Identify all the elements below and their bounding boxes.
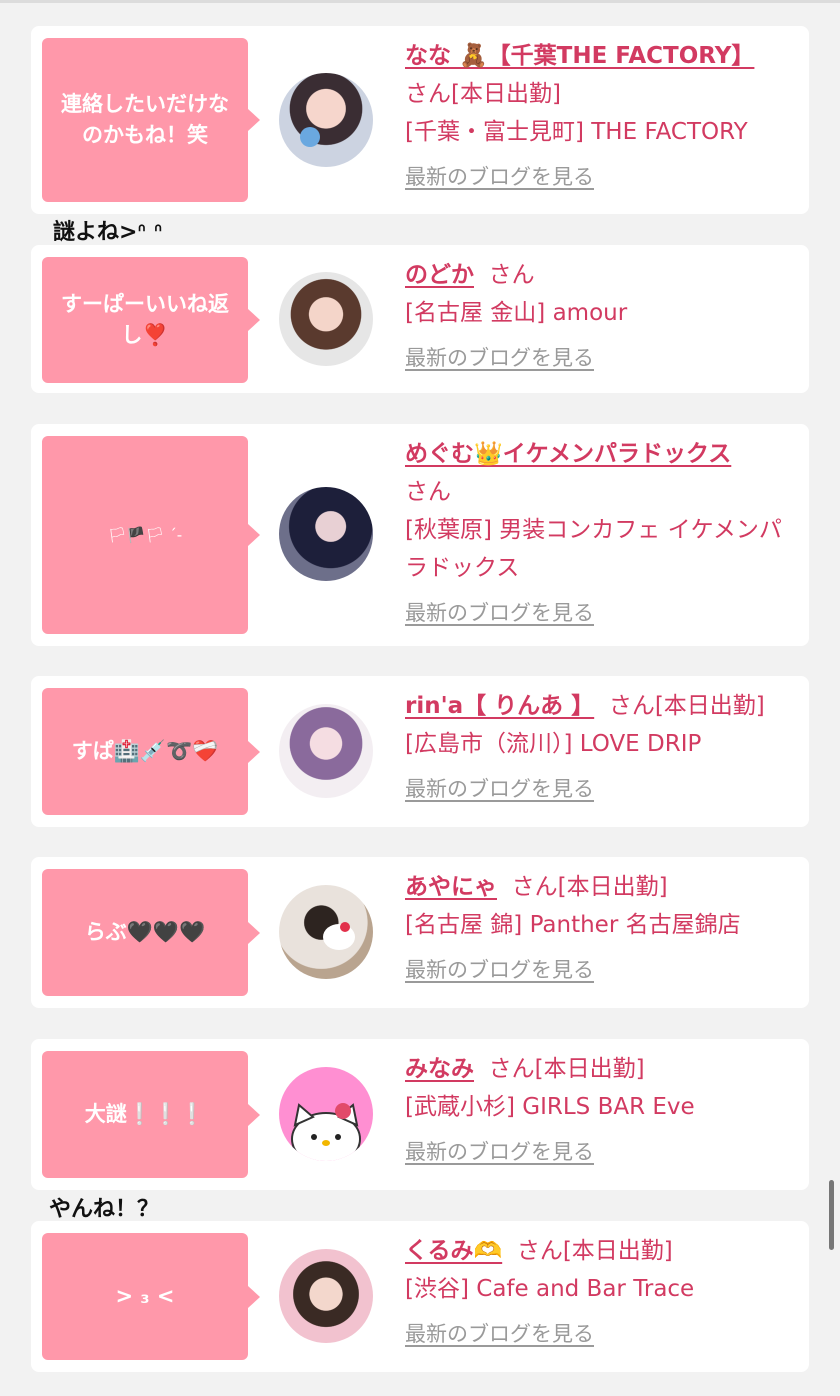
profile-name-link[interactable]: rin'a【 りんあ 】 [405, 693, 594, 719]
profile-name-link[interactable]: のどか [405, 262, 474, 288]
avatar[interactable] [279, 1249, 373, 1343]
message-card: らぶ🖤🖤🖤 あやにゃ さん[本日出勤] [名古屋 錦] Panther 名古屋錦… [31, 857, 809, 1008]
profile-info: めぐむ👑イケメンパラドックス さん [秋葉原] 男装コンカフェ イケメンパラドッ… [405, 435, 787, 627]
message-text: らぶ🖤🖤🖤 [84, 920, 206, 944]
message-text: 連絡したいだけなのかもね！笑 [61, 92, 229, 147]
profile-name-link[interactable]: なな 🧸【千葉THE FACTORY】 [405, 43, 754, 69]
message-bubble: 大謎❕❕❕ [42, 1051, 260, 1178]
profile-info: なな 🧸【千葉THE FACTORY】 さん[本日出勤] [千葉・富士見町] T… [405, 37, 787, 191]
shop-info: [渋谷] Cafe and Bar Trace [405, 1276, 695, 1302]
hello-kitty-avatar[interactable] [279, 1067, 373, 1161]
name-suffix: さん[本日出勤] [488, 1056, 645, 1082]
message-card: 連絡したいだけなのかもね！笑 なな 🧸【千葉THE FACTORY】 さん[本日… [31, 26, 809, 214]
message-bubble: 連絡したいだけなのかもね！笑 [42, 38, 260, 202]
profile-name-link[interactable]: めぐむ👑イケメンパラドックス [405, 441, 731, 467]
profile-info: rin'a【 りんあ 】 さん[本日出勤] [広島市（流川）] LOVE DRI… [405, 687, 787, 803]
overflow-message-text: 謎よね>ᐢ ᐢ [53, 220, 163, 245]
message-text: すぱ🏥💉➰❤️‍🩹 [71, 739, 219, 763]
profile-info: くるみ🫶 さん[本日出勤] [渋谷] Cafe and Bar Trace 最新… [405, 1232, 787, 1348]
blog-link[interactable]: 最新のブログを見る [405, 161, 594, 191]
message-card: 🏳🏴🏳 ´- めぐむ👑イケメンパラドックス さん [秋葉原] 男装コンカフェ イ… [31, 424, 809, 646]
profile-info: あやにゃ さん[本日出勤] [名古屋 錦] Panther 名古屋錦店 最新のブ… [405, 868, 787, 984]
name-suffix: さん [488, 262, 535, 288]
overflow-message-text: やんね！？ [49, 1197, 160, 1222]
profile-info: のどか さん [名古屋 金山] amour 最新のブログを見る [405, 256, 787, 372]
shop-info: [広島市（流川）] LOVE DRIP [405, 731, 702, 757]
blog-link[interactable]: 最新のブログを見る [405, 342, 594, 372]
message-bubble: 🏳🏴🏳 ´- [42, 436, 260, 634]
avatar[interactable] [279, 272, 373, 366]
message-text: 大謎❕❕❕ [84, 1102, 206, 1126]
blog-link[interactable]: 最新のブログを見る [405, 954, 594, 984]
message-card: 大謎❕❕❕ みなみ さん[本日出勤] [武蔵小杉] GIRLS BAR Eve … [31, 1039, 809, 1190]
avatar[interactable] [279, 704, 373, 798]
avatar[interactable] [279, 885, 373, 979]
message-bubble: すぱ🏥💉➰❤️‍🩹 [42, 688, 260, 815]
name-suffix: さん[本日出勤] [608, 693, 765, 719]
message-text: すーぱーいいね返し❣️ [61, 292, 229, 347]
shop-info: [武蔵小杉] GIRLS BAR Eve [405, 1094, 695, 1120]
avatar[interactable] [279, 73, 373, 167]
top-divider [0, 0, 840, 3]
profile-info: みなみ さん[本日出勤] [武蔵小杉] GIRLS BAR Eve 最新のブログ… [405, 1050, 787, 1166]
message-card: すぱ🏥💉➰❤️‍🩹 rin'a【 りんあ 】 さん[本日出勤] [広島市（流川）… [31, 676, 809, 827]
message-bubble: すーぱーいいね返し❣️ [42, 257, 260, 383]
blog-link[interactable]: 最新のブログを見る [405, 773, 594, 803]
profile-name-link[interactable]: みなみ [405, 1056, 474, 1082]
profile-name-link[interactable]: あやにゃ [405, 874, 497, 900]
shop-info: [名古屋 錦] Panther 名古屋錦店 [405, 912, 741, 938]
message-card: > ₃ < くるみ🫶 さん[本日出勤] [渋谷] Cafe and Bar Tr… [31, 1221, 809, 1372]
name-suffix: さん[本日出勤] [405, 81, 561, 107]
message-text: > ₃ < [115, 1284, 175, 1308]
name-suffix: さん[本日出勤] [516, 1238, 673, 1264]
blog-link[interactable]: 最新のブログを見る [405, 1318, 594, 1348]
shop-info: [千葉・富士見町] THE FACTORY [405, 119, 748, 145]
name-suffix: さん[本日出勤] [511, 874, 668, 900]
message-text: 🏳🏴🏳 ´- [107, 525, 183, 544]
message-bubble: らぶ🖤🖤🖤 [42, 869, 260, 996]
message-bubble: > ₃ < [42, 1233, 260, 1360]
scrollbar[interactable] [829, 1180, 834, 1250]
avatar[interactable] [279, 487, 373, 581]
shop-info: [名古屋 金山] amour [405, 300, 628, 326]
name-suffix: さん [405, 479, 451, 505]
hello-kitty-icon [291, 1103, 361, 1161]
message-card: すーぱーいいね返し❣️ のどか さん [名古屋 金山] amour 最新のブログ… [31, 245, 809, 393]
profile-name-link[interactable]: くるみ🫶 [405, 1238, 502, 1264]
blog-link[interactable]: 最新のブログを見る [405, 1136, 594, 1166]
shop-info: [秋葉原] 男装コンカフェ イケメンパラドックス [405, 517, 782, 581]
blog-link[interactable]: 最新のブログを見る [405, 597, 594, 627]
